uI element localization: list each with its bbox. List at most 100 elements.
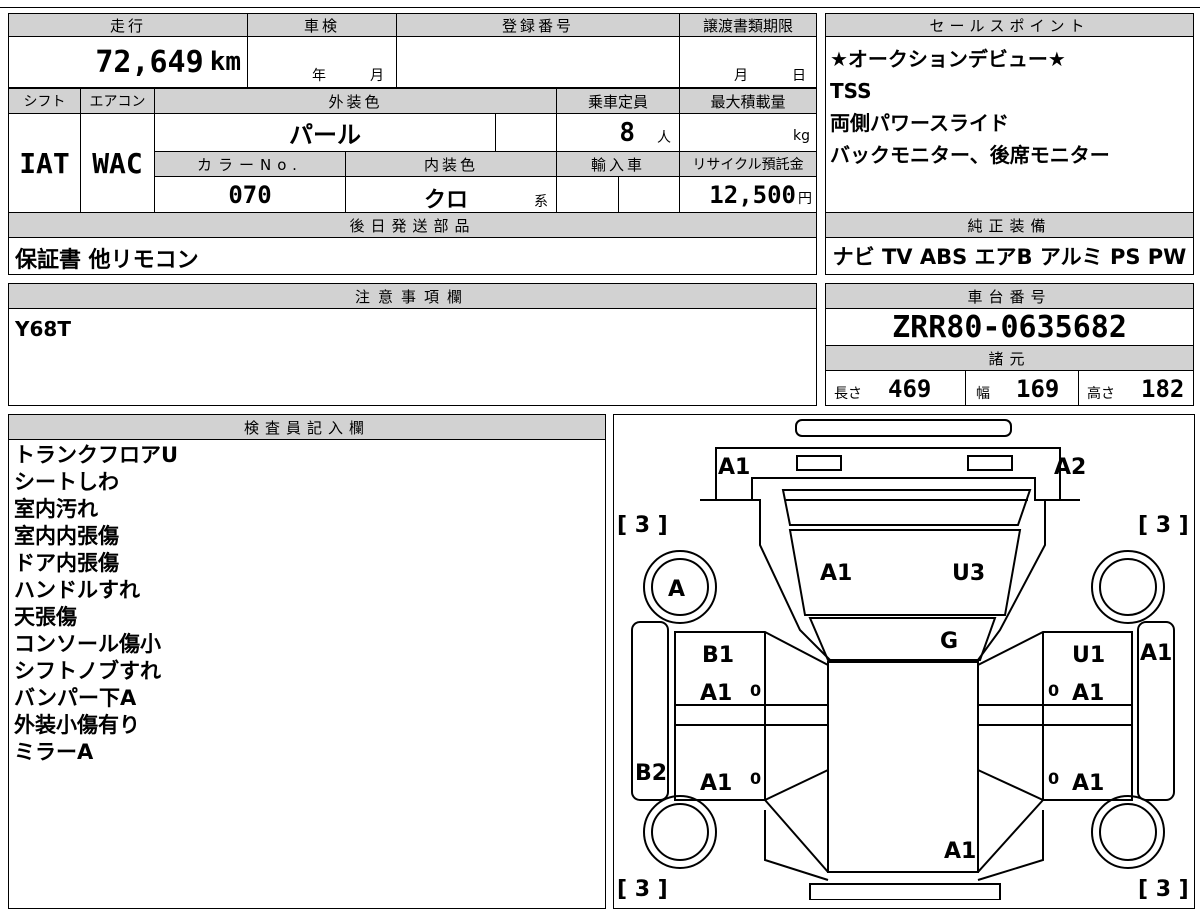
mark-windshield-r: U3 — [952, 561, 985, 586]
capacity-unit: 人 — [657, 130, 671, 146]
registration-cell — [396, 36, 680, 88]
mark-rear: A1 — [944, 839, 976, 864]
mileage-header: 走行 — [8, 13, 248, 37]
transfer-month-unit: 月 — [734, 68, 748, 84]
inspector-line: ハンドルすれ — [14, 578, 140, 602]
specs-length-value: 469 — [888, 375, 932, 403]
exterior-color-extra — [495, 113, 557, 152]
top-strip — [0, 0, 1200, 8]
inspection-header: 車検 — [247, 13, 397, 37]
exterior-color-value: パール — [289, 121, 361, 149]
max-load-header: 最大積載量 — [679, 88, 817, 114]
inspector-line: コンソール傷小 — [14, 632, 161, 656]
mark-bracket-tl: [ 3 ] — [617, 513, 668, 538]
capacity-value: 8 — [619, 117, 635, 148]
mark-tl: A1 — [718, 455, 750, 480]
mark-fender-r: A1 — [1140, 641, 1172, 666]
specs-height-label: 高さ — [1087, 386, 1115, 402]
mark-front-wheel: A — [668, 577, 685, 602]
interior-color-unit: 系 — [534, 194, 548, 210]
max-load-cell: kg — [679, 113, 817, 152]
mark-roof: G — [940, 629, 958, 654]
inspector-line: バンパー下A — [14, 686, 137, 710]
accessories-header: 後日発送部品 — [8, 212, 817, 238]
sales-point-line: ★オークションデビュー★ — [830, 47, 1066, 71]
mark-front-door-r-bot: A1 — [1072, 681, 1104, 706]
mark-front-door-r-top: U1 — [1072, 643, 1105, 668]
mark-zero: 0 — [1048, 681, 1059, 700]
accessories-cell: 保証書 他リモコン — [8, 237, 817, 275]
sales-points-box: ★オークションデビュー★ TSS 両側パワースライド バックモニター、後席モニタ… — [825, 36, 1194, 213]
mileage-value: 72,649 — [95, 44, 204, 80]
inspector-line: 天張傷 — [14, 605, 77, 629]
equipment-cell: ナビ TV ABS エアB アルミ PS PW — [825, 237, 1194, 275]
mark-windshield-l: A1 — [820, 561, 852, 586]
specs-width-label: 幅 — [976, 386, 990, 402]
shift-header: シフト — [8, 88, 81, 114]
notes-header: 注意事項欄 — [8, 283, 817, 309]
equipment-header: 純正装備 — [825, 212, 1194, 238]
specs-length-cell: 長さ 469 — [825, 370, 966, 406]
inspection-year-unit: 年 — [312, 68, 326, 84]
inspector-line: 外装小傷有り — [14, 713, 140, 737]
accessories-value: 保証書 他リモコン — [15, 248, 199, 273]
mileage-unit: km — [209, 47, 241, 77]
recycle-cell: 12,500 円 — [679, 176, 817, 213]
sales-point-line: TSS — [830, 79, 872, 103]
import-header: 輸入車 — [556, 151, 680, 177]
color-no-value: 070 — [228, 180, 272, 209]
recycle-value: 12,500 — [709, 180, 796, 209]
mark-zero: 0 — [750, 681, 761, 700]
notes-cell: Y68T — [8, 308, 817, 406]
inspector-line: シフトノブすれ — [14, 659, 161, 683]
inspector-header: 検査員記入欄 — [8, 414, 606, 440]
inspection-month-unit: 月 — [370, 68, 384, 84]
interior-color-cell: クロ 系 — [345, 176, 557, 213]
shift-cell: IAT — [8, 113, 81, 213]
mark-rear-quarter-l: B2 — [635, 761, 667, 786]
mark-zero: 0 — [1048, 769, 1059, 788]
equipment-value: ナビ TV ABS エアB アルミ PS PW — [832, 245, 1187, 269]
mark-front-door-l-bot: A1 — [700, 681, 732, 706]
specs-length-label: 長さ — [834, 386, 862, 402]
exterior-color-cell: パール — [154, 113, 496, 152]
recycle-header: リサイクル預託金 — [679, 151, 817, 177]
specs-width-value: 169 — [1016, 375, 1060, 403]
import-cell-b — [618, 176, 680, 213]
specs-height-cell: 高さ 182 — [1078, 370, 1194, 406]
recycle-unit: 円 — [798, 190, 812, 207]
capacity-header: 乗車定員 — [556, 88, 680, 114]
transfer-day-unit: 日 — [792, 68, 806, 84]
mark-zero: 0 — [750, 769, 761, 788]
specs-header: 諸元 — [825, 345, 1194, 371]
specs-width-cell: 幅 169 — [965, 370, 1079, 406]
mark-tr: A2 — [1054, 455, 1086, 480]
inspector-line: トランクフロアU — [14, 443, 179, 467]
aircon-header: エアコン — [80, 88, 155, 114]
aircon-value: WAC — [92, 146, 143, 180]
color-no-cell: 070 — [154, 176, 346, 213]
interior-color-header: 内装色 — [345, 151, 557, 177]
sales-point-line: 両側パワースライド — [830, 111, 1009, 135]
inspector-line: 室内汚れ — [14, 497, 98, 521]
chassis-cell: ZRR80-0635682 — [825, 308, 1194, 346]
transfer-cell: 月 日 — [679, 36, 817, 88]
inspector-box: トランクフロアU シートしわ 室内汚れ 室内内張傷 ドア内張傷 ハンドルすれ 天… — [8, 439, 606, 909]
mark-bracket-tr: [ 3 ] — [1138, 513, 1189, 538]
chassis-value: ZRR80-0635682 — [892, 309, 1127, 345]
car-diagram: A1 A2 A1 U3 G A B1 A1 U1 A1 A1 A1 A1 B2 … — [617, 419, 1189, 900]
mark-rear-door-r: A1 — [1072, 771, 1104, 796]
transfer-header: 譲渡書類期限 — [679, 13, 817, 37]
sales-point-line: バックモニター、後席モニター — [830, 143, 1110, 167]
mark-bracket-bl: [ 3 ] — [617, 877, 668, 900]
aircon-cell: WAC — [80, 113, 155, 213]
shift-value: IAT — [19, 146, 70, 180]
exterior-color-header: 外装色 — [154, 88, 557, 114]
registration-header: 登録番号 — [396, 13, 680, 37]
sales-points-header: セールスポイント — [825, 13, 1194, 37]
mileage-cell: 72,649 km — [8, 36, 248, 88]
chassis-header: 車台番号 — [825, 283, 1194, 309]
interior-color-value: クロ — [424, 188, 469, 213]
max-load-unit: kg — [793, 128, 810, 144]
notes-value: Y68T — [15, 317, 71, 341]
